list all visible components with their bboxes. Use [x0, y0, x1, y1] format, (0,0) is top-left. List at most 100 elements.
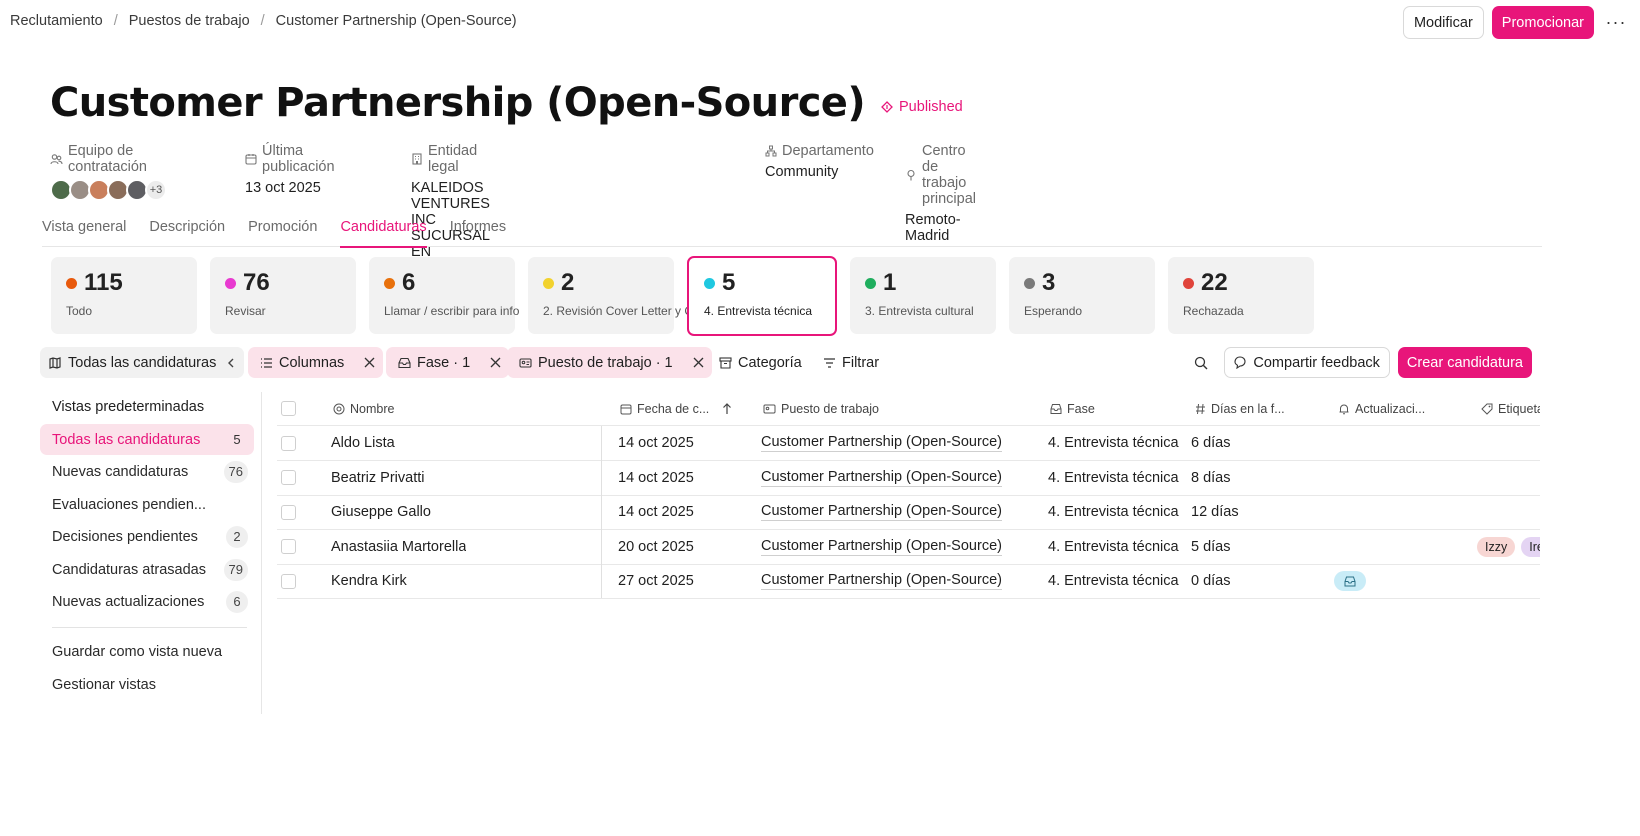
- views-toggle[interactable]: Todas las candidaturas: [40, 347, 244, 378]
- org-chart-icon: [765, 145, 777, 157]
- search-icon[interactable]: [1194, 356, 1208, 370]
- avatar-more-count[interactable]: +3: [145, 179, 167, 201]
- breadcrumb-item-recruiting[interactable]: Reclutamiento: [10, 13, 103, 29]
- create-application-button[interactable]: Crear candidatura: [1397, 347, 1532, 378]
- stage-color-dot: [543, 277, 554, 289]
- filter-button[interactable]: Filtrar: [823, 347, 879, 378]
- select-all-checkbox[interactable]: [281, 392, 296, 425]
- tab-reports[interactable]: Informes: [450, 210, 506, 247]
- category-button[interactable]: Categoría: [719, 347, 802, 378]
- view-item-count: 6: [226, 590, 248, 613]
- days-in-phase: 5 días: [1191, 538, 1231, 555]
- row-checkbox[interactable]: [281, 564, 296, 598]
- view-item[interactable]: Todas las candidaturas 5: [40, 424, 254, 455]
- column-header-days[interactable]: Días en la f...: [1195, 392, 1285, 425]
- tab-promotion[interactable]: Promoción: [248, 210, 317, 247]
- job-link[interactable]: Customer Partnership (Open-Source): [761, 572, 1002, 590]
- view-item-label: Candidaturas atrasadas: [52, 561, 206, 578]
- share-feedback-button[interactable]: Compartir feedback: [1224, 347, 1390, 378]
- view-item-label: Nuevas candidaturas: [52, 463, 189, 480]
- candidate-name[interactable]: Giuseppe Gallo: [331, 495, 431, 529]
- category-label: Categoría: [738, 354, 802, 371]
- promote-button[interactable]: Promocionar: [1491, 6, 1594, 39]
- job-link[interactable]: Customer Partnership (Open-Source): [761, 503, 1002, 521]
- row-checkbox[interactable]: [281, 530, 296, 564]
- column-header-date[interactable]: Fecha de c...: [620, 392, 732, 425]
- meta-label-department: Departamento: [782, 143, 874, 159]
- view-item-label: Decisiones pendientes: [52, 528, 198, 545]
- archive-icon: [719, 356, 732, 369]
- column-header-tags[interactable]: Etiqueta: [1481, 392, 1540, 425]
- stage-count: 115: [84, 269, 123, 296]
- save-view-link[interactable]: Guardar como vista nueva: [52, 644, 222, 660]
- breadcrumb-separator: /: [260, 13, 265, 29]
- job-link[interactable]: Customer Partnership (Open-Source): [761, 434, 1002, 452]
- table-row[interactable]: Aldo Lista 14 oct 2025 Customer Partnershi…: [277, 426, 1540, 461]
- candidate-name[interactable]: Beatriz Privatti: [331, 461, 424, 495]
- view-item[interactable]: Candidaturas atrasadas 79: [40, 554, 254, 585]
- table-header: Nombre Fecha de c... Puesto de trabajo F…: [277, 392, 1540, 426]
- job-filter-chip[interactable]: Puesto de trabajo · 1: [507, 347, 712, 378]
- chevron-left-icon[interactable]: [226, 357, 236, 369]
- candidate-name[interactable]: Kendra Kirk: [331, 564, 407, 598]
- row-checkbox[interactable]: [281, 461, 296, 495]
- created-date: 14 oct 2025: [618, 435, 694, 451]
- view-item[interactable]: Decisiones pendientes 2: [40, 521, 254, 552]
- stage-card[interactable]: 1 3. Entrevista cultural: [850, 257, 996, 334]
- sort-ascending-icon[interactable]: [722, 402, 732, 415]
- tab-applications[interactable]: Candidaturas: [340, 210, 427, 248]
- breadcrumb-item-jobs[interactable]: Puestos de trabajo: [129, 13, 250, 29]
- update-pill[interactable]: [1334, 571, 1366, 591]
- candidate-name[interactable]: Aldo Lista: [331, 426, 395, 460]
- top-bar: Reclutamiento / Puestos de trabajo / Cus…: [0, 0, 1640, 44]
- building-icon: [411, 153, 423, 165]
- stage-card[interactable]: 6 Llamar / escribir para info: [369, 257, 519, 334]
- manage-views-link[interactable]: Gestionar vistas: [52, 677, 156, 693]
- stage-card[interactable]: 5 4. Entrevista técnica: [687, 256, 837, 336]
- job-link[interactable]: Customer Partnership (Open-Source): [761, 469, 1002, 487]
- stage-card[interactable]: 2 2. Revisión Cover Letter y CV: [528, 257, 701, 334]
- tag-chip[interactable]: Ire: [1521, 536, 1540, 557]
- status-label: Published: [899, 99, 963, 115]
- job-link[interactable]: Customer Partnership (Open-Source): [761, 538, 1002, 556]
- edit-button[interactable]: Modificar: [1402, 6, 1484, 39]
- close-icon[interactable]: [364, 357, 375, 368]
- close-icon[interactable]: [490, 357, 501, 368]
- more-options-icon[interactable]: ···: [1602, 9, 1630, 37]
- status-badge: Published: [881, 99, 963, 115]
- divider: [52, 627, 247, 628]
- phase-filter-chip[interactable]: Fase · 1: [386, 347, 510, 378]
- days-in-phase: 0 días: [1191, 573, 1231, 589]
- close-icon[interactable]: [693, 357, 704, 368]
- calendar-icon: [620, 403, 632, 415]
- stage-card[interactable]: 3 Esperando: [1009, 257, 1155, 334]
- stage-color-dot: [704, 277, 715, 289]
- tab-description[interactable]: Descripción: [149, 210, 225, 247]
- row-checkbox[interactable]: [281, 426, 296, 460]
- column-header-phase[interactable]: Fase: [1050, 392, 1095, 425]
- columns-chip[interactable]: Columnas: [248, 347, 384, 378]
- table-row[interactable]: Giuseppe Gallo 14 oct 2025 Customer Partne…: [277, 495, 1540, 530]
- stage-card[interactable]: 76 Revisar: [210, 257, 356, 334]
- candidate-name[interactable]: Anastasiia Martorella: [331, 530, 466, 564]
- view-item[interactable]: Nuevas actualizaciones 6: [40, 586, 254, 617]
- column-header-updates[interactable]: Actualizaci...: [1338, 392, 1425, 425]
- view-item[interactable]: Nuevas candidaturas 76: [40, 456, 254, 487]
- tab-overview[interactable]: Vista general: [42, 210, 126, 247]
- column-header-job[interactable]: Puesto de trabajo: [763, 392, 879, 425]
- inbox-icon: [398, 357, 411, 369]
- phase-filter-label: Fase · 1: [417, 354, 471, 371]
- filter-label: Filtrar: [842, 354, 880, 371]
- stage-label: Revisar: [225, 304, 266, 318]
- stage-card[interactable]: 115 Todo: [51, 257, 197, 334]
- columns-label: Columnas: [279, 354, 345, 371]
- team-avatars[interactable]: +3: [50, 179, 167, 201]
- row-checkbox[interactable]: [281, 495, 296, 529]
- stage-card[interactable]: 22 Rechazada: [1168, 257, 1314, 334]
- table-row[interactable]: Anastasiia Martorella 20 oct 2025 Customer…: [277, 530, 1540, 565]
- tag-chip[interactable]: Izzy: [1477, 536, 1516, 557]
- table-row[interactable]: Kendra Kirk 27 oct 2025 Customer Partnersh…: [277, 564, 1540, 599]
- view-item[interactable]: Evaluaciones pendien...: [40, 489, 254, 520]
- table-row[interactable]: Beatriz Privatti 14 oct 2025 Customer Part…: [277, 461, 1540, 496]
- column-header-name[interactable]: Nombre: [333, 392, 394, 425]
